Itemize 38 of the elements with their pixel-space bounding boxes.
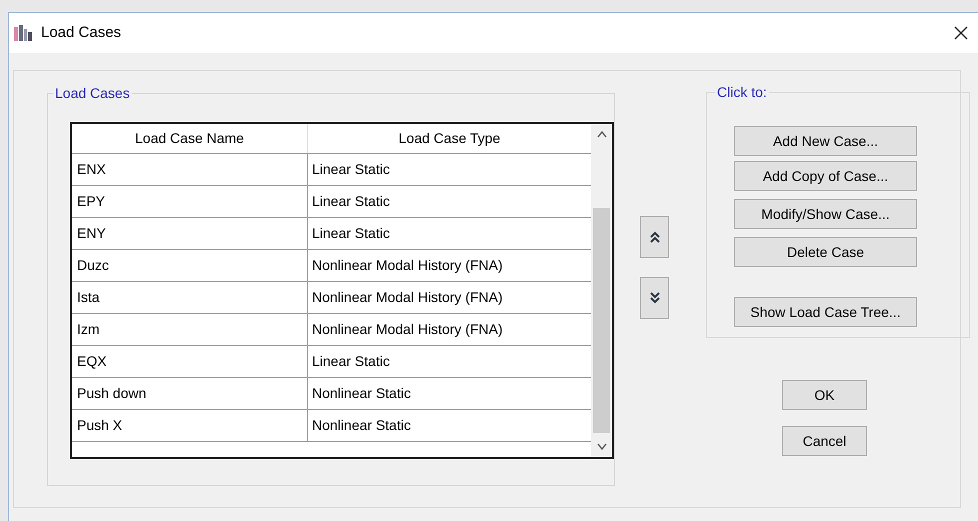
- table-cell: EQX: [72, 346, 308, 377]
- scroll-up-icon[interactable]: [596, 130, 606, 138]
- scroll-down-icon[interactable]: [596, 443, 606, 451]
- scrollbar[interactable]: [591, 124, 612, 457]
- table-cell-text: Linear Static: [311, 160, 391, 179]
- column-header[interactable]: Load Case Type: [308, 124, 591, 153]
- table-cell-text: Nonlinear Modal History (FNA): [311, 288, 504, 307]
- action-button[interactable]: Add Copy of Case...: [734, 161, 917, 191]
- table-cell: Duzc: [72, 250, 308, 281]
- table-cell-text: Nonlinear Static: [311, 384, 412, 403]
- window-title: Load Cases: [41, 22, 122, 43]
- table-cell: Push down: [72, 378, 308, 409]
- table-cell-text: Nonlinear Modal History (FNA): [311, 256, 504, 275]
- action-button[interactable]: Show Load Case Tree...: [734, 297, 917, 327]
- table-cell: EPY: [72, 186, 308, 217]
- table-cell: Ista: [72, 282, 308, 313]
- dialog-button[interactable]: Cancel: [782, 426, 867, 456]
- move-up-button[interactable]: [640, 216, 669, 258]
- table-cell: Izm: [72, 314, 308, 345]
- table-cell-text: Linear Static: [311, 192, 391, 211]
- table-cell-text: Linear Static: [311, 224, 391, 243]
- double-chevron-up-icon: [650, 231, 660, 243]
- table-cell: ENY: [72, 218, 308, 249]
- table-cell-text: Nonlinear Modal History (FNA): [311, 320, 504, 339]
- column-header[interactable]: Load Case Name: [72, 124, 308, 153]
- table-cell: Push X: [72, 410, 308, 441]
- table-cell-text: Nonlinear Static: [311, 416, 412, 435]
- action-button[interactable]: Add New Case...: [734, 126, 917, 156]
- double-chevron-down-icon: [650, 292, 660, 304]
- dialog-button[interactable]: OK: [782, 380, 867, 410]
- close-icon[interactable]: [954, 26, 968, 40]
- move-down-button[interactable]: [640, 277, 669, 319]
- table-cell-text: Linear Static: [311, 352, 391, 371]
- table-cell: ENX: [72, 154, 308, 185]
- action-button[interactable]: Modify/Show Case...: [734, 199, 917, 229]
- app-icon: [13, 23, 33, 43]
- scroll-thumb[interactable]: [593, 208, 610, 433]
- action-button[interactable]: Delete Case: [734, 237, 917, 267]
